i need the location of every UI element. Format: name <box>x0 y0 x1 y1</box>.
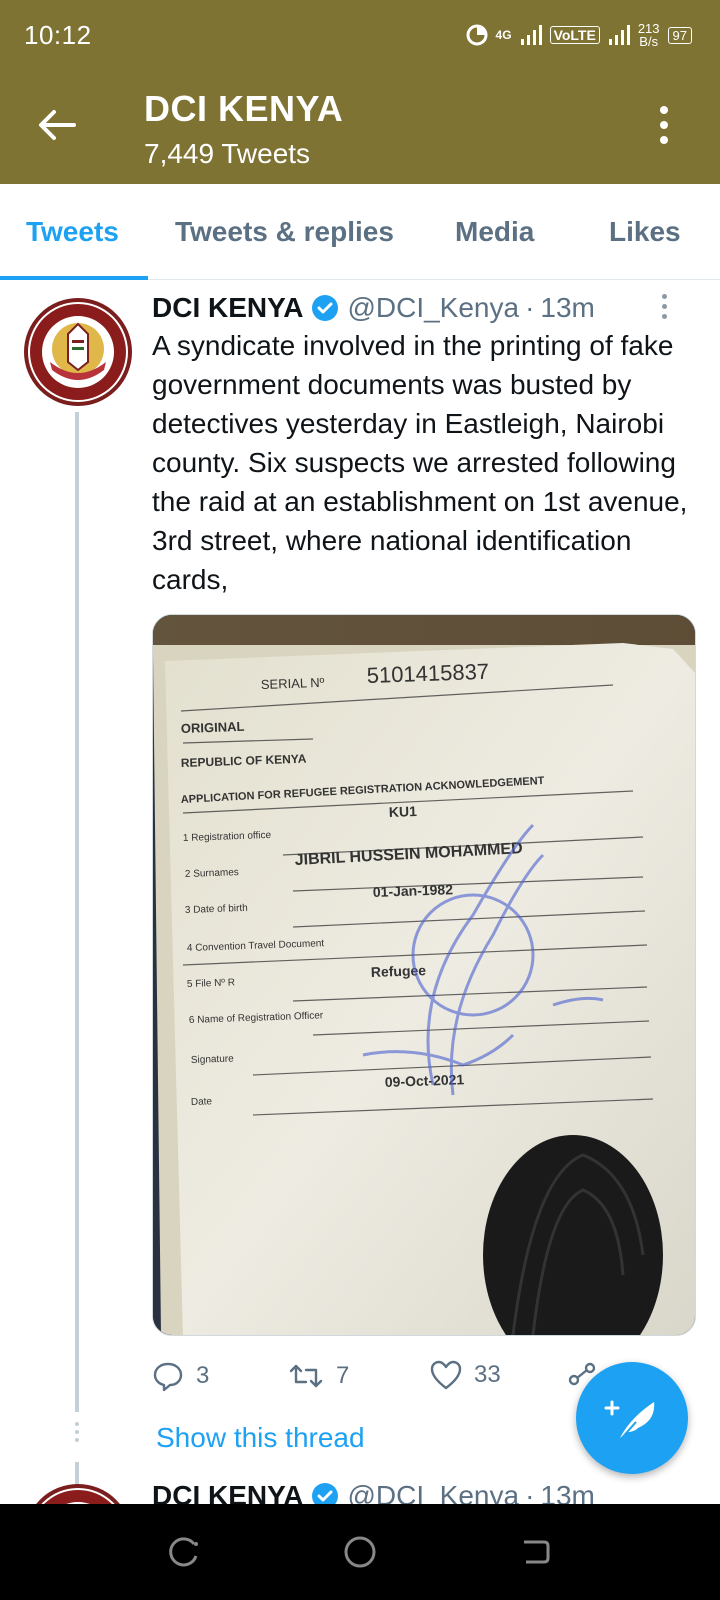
svg-text:SERIAL Nº: SERIAL Nº <box>261 675 325 692</box>
heart-icon <box>430 1360 462 1390</box>
tweet-text: A syndicate involved in the printing of … <box>152 330 688 595</box>
signal-icon <box>520 25 542 45</box>
avatar[interactable] <box>24 298 132 406</box>
volte-badge: VoLTE <box>549 26 600 44</box>
tweet-count: 7,449 Tweets <box>144 138 311 169</box>
thread-line <box>75 412 79 1412</box>
back-arrow-icon <box>39 110 76 140</box>
tweet-header: DCI KENYA @DCI_Kenya · 13m <box>152 292 595 324</box>
tweet-handle[interactable]: @DCI_Kenya <box>347 292 519 324</box>
svg-text:3 Date of birth: 3 Date of birth <box>185 903 248 916</box>
network-speed: 213 B/s <box>637 21 660 49</box>
recent-apps-button[interactable] <box>166 1534 202 1570</box>
status-time: 10:12 <box>24 20 92 50</box>
back-button[interactable] <box>34 102 80 148</box>
home-icon <box>344 1536 376 1568</box>
tab-media[interactable]: Media <box>455 216 534 248</box>
retweet-icon <box>289 1364 323 1388</box>
home-button[interactable] <box>342 1534 378 1570</box>
back-nav-icon <box>524 1540 550 1564</box>
svg-text:2 Surnames: 2 Surnames <box>185 867 239 880</box>
reply-count: 3 <box>196 1362 210 1389</box>
tweet-image[interactable]: SERIAL Nº 5101415837 ORIGINAL REPUBLIC O… <box>152 614 696 1336</box>
compose-tweet-button[interactable] <box>576 1362 688 1474</box>
document-photo: SERIAL Nº 5101415837 ORIGINAL REPUBLIC O… <box>153 615 695 1335</box>
back-nav-button[interactable] <box>518 1534 554 1570</box>
tab-likes[interactable]: Likes <box>609 216 681 248</box>
show-thread-link[interactable]: Show this thread <box>156 1422 365 1454</box>
svg-text:ORIGINAL: ORIGINAL <box>181 719 245 736</box>
active-tab-indicator <box>0 276 148 280</box>
tweet-time: 13m <box>540 292 595 323</box>
network-type: 4G <box>495 28 512 42</box>
retweet-button[interactable]: 7 <box>288 1360 349 1392</box>
recent-apps-icon <box>169 1537 198 1567</box>
more-options-button[interactable] <box>658 106 670 146</box>
svg-text:Date: Date <box>191 1096 213 1108</box>
svg-text:Signature: Signature <box>191 1053 235 1066</box>
retweet-count: 7 <box>336 1362 350 1389</box>
profile-header: DCI KENYA 7,449 Tweets <box>0 74 720 184</box>
svg-text:5 File Nº R: 5 File Nº R <box>187 977 235 990</box>
thread-dots <box>75 1422 79 1446</box>
svg-text:5101415837: 5101415837 <box>366 659 489 688</box>
status-icons: 4G VoLTE 213 B/s 97 <box>466 22 692 48</box>
tab-tweets-replies[interactable]: Tweets & replies <box>175 216 394 248</box>
svg-text:01-Jan-1982: 01-Jan-1982 <box>373 881 454 900</box>
system-navigation-bar <box>0 1504 720 1600</box>
battery-indicator: 97 <box>667 26 692 44</box>
profile-tabs: Tweets Tweets & replies Media Likes <box>0 184 720 280</box>
signal-icon-2 <box>608 25 630 45</box>
data-saver-icon <box>466 24 488 46</box>
tweet-more-button[interactable] <box>662 294 670 324</box>
profile-name: DCI KENYA <box>144 88 344 129</box>
meta-separator: · <box>525 292 535 323</box>
like-count: 33 <box>474 1361 501 1388</box>
reply-icon <box>153 1362 183 1392</box>
police-emblem-icon <box>30 304 126 400</box>
like-button[interactable]: 33 <box>430 1360 501 1390</box>
svg-text:KU1: KU1 <box>389 803 418 820</box>
status-bar: 10:12 4G VoLTE 213 B/s 97 <box>0 0 720 74</box>
reply-button[interactable]: 3 <box>152 1360 209 1392</box>
tab-tweets[interactable]: Tweets <box>26 216 119 248</box>
compose-feather-icon <box>604 1400 655 1441</box>
verified-badge-icon <box>312 295 339 321</box>
tweet-author[interactable]: DCI KENYA <box>152 292 303 324</box>
